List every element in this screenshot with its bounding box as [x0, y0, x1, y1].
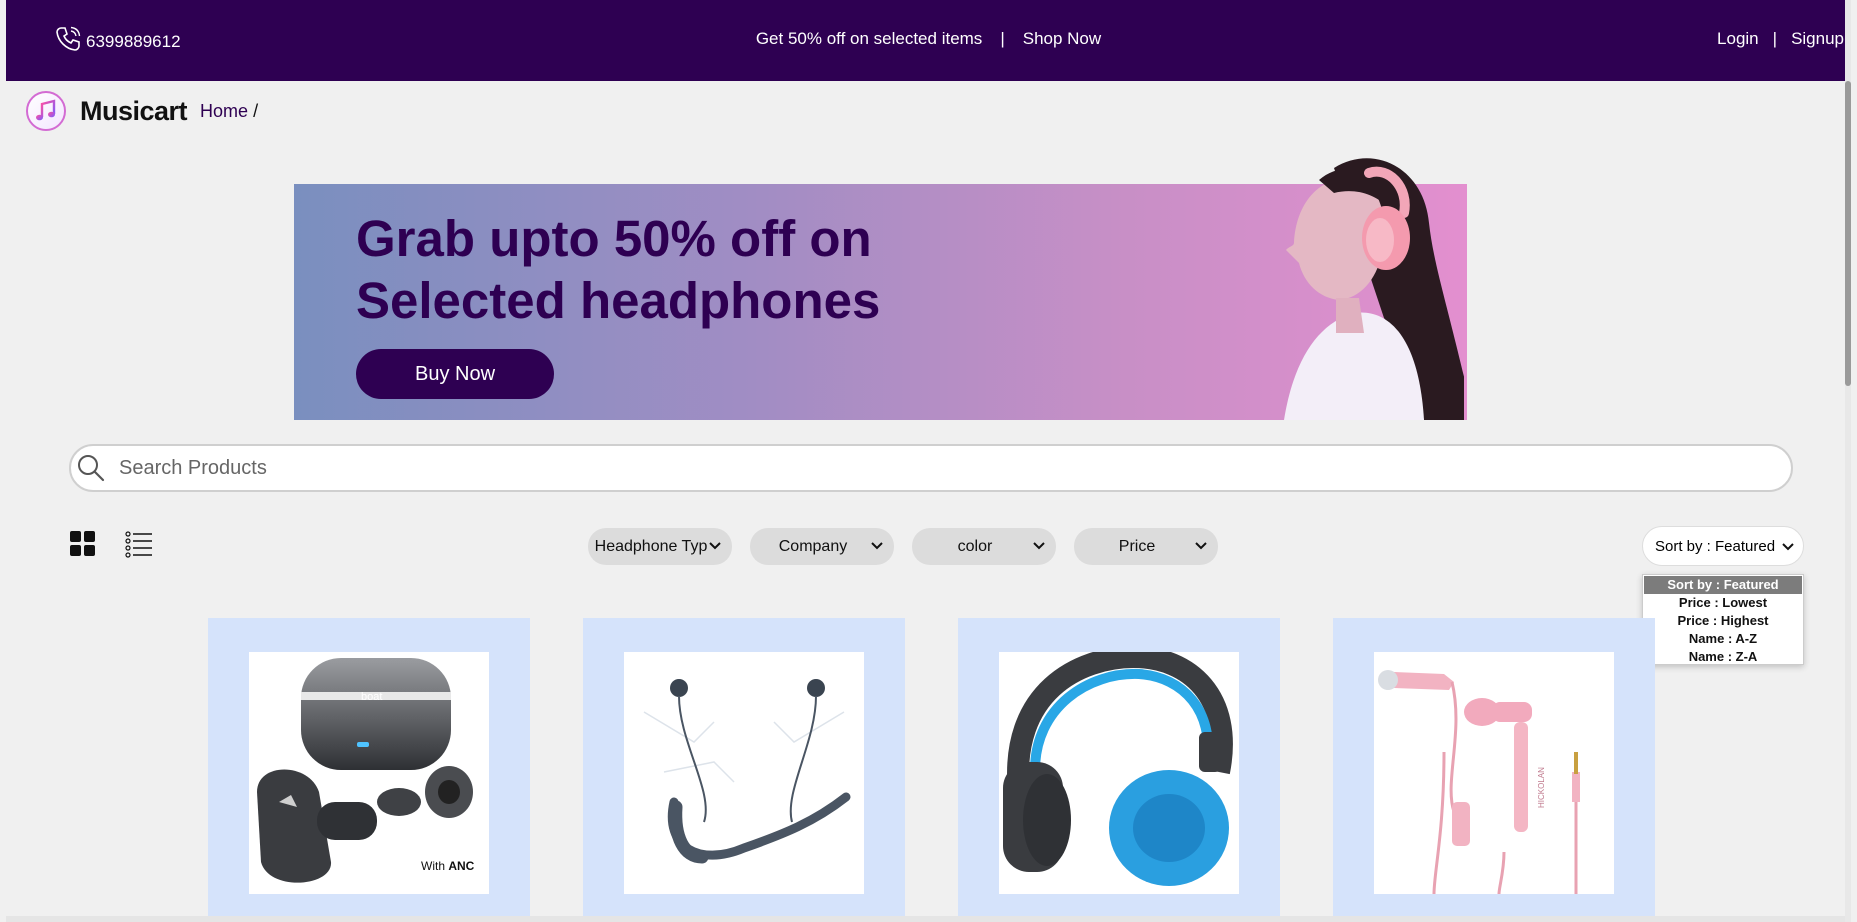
- sort-option-price-highest[interactable]: Price : Highest: [1643, 612, 1803, 630]
- breadcrumb: Home /: [200, 101, 258, 122]
- hickolan-logo-text: HICKOLAN: [1537, 767, 1546, 808]
- chevron-down-icon: [870, 539, 884, 558]
- chevron-down-icon: [1194, 539, 1208, 558]
- filter-company[interactable]: Company: [750, 528, 894, 565]
- filter-label: color: [957, 537, 993, 555]
- scrollbar-thumb[interactable]: [1845, 81, 1851, 386]
- top-bar: 6399889612 Get 50% off on selected items…: [6, 0, 1851, 81]
- auth-links: Login | Signup: [1710, 29, 1851, 49]
- search-icon: [73, 450, 109, 486]
- banner-model-image: [1224, 148, 1474, 420]
- filter-bar: Headphone Typ Company color Price: [588, 528, 1218, 565]
- buy-now-button[interactable]: Buy Now: [356, 349, 554, 399]
- signup-link[interactable]: Signup: [1791, 29, 1844, 48]
- promo-banner: Grab upto 50% off on Selected headphones…: [294, 158, 1474, 420]
- search-input[interactable]: Search Products: [119, 457, 267, 480]
- page-scrollbar[interactable]: [1845, 0, 1851, 922]
- product-card[interactable]: [583, 618, 905, 922]
- sort-select[interactable]: Sort by : Featured: [1642, 526, 1804, 566]
- chevron-down-icon: [1032, 539, 1046, 558]
- list-view-icon[interactable]: [125, 530, 153, 563]
- page: 6399889612 Get 50% off on selected items…: [6, 0, 1851, 922]
- blue-headphones-image[interactable]: [999, 652, 1239, 894]
- auth-separator: |: [1772, 29, 1778, 48]
- filter-color[interactable]: color: [912, 528, 1056, 565]
- breadcrumb-separator: /: [253, 100, 259, 121]
- filter-label: Headphone Typ: [594, 537, 708, 555]
- promo-text: Get 50% off on selected items: [755, 29, 983, 48]
- banner-headline-line1: Grab upto 50% off on: [356, 210, 872, 267]
- shop-now-link[interactable]: Shop Now: [1023, 29, 1101, 48]
- boat-earbuds-image[interactable]: boat With ANC: [249, 652, 489, 894]
- boat-logo-text: boat: [361, 691, 382, 703]
- filter-headphone-type[interactable]: Headphone Typ: [588, 528, 732, 565]
- product-grid: boat With ANC HICKOLAN: [208, 618, 1655, 922]
- sort-option-name-z-a[interactable]: Name : Z-A: [1643, 648, 1803, 666]
- login-link[interactable]: Login: [1717, 29, 1759, 48]
- neckband-earphones-image[interactable]: [624, 652, 864, 894]
- banner-headline: Grab upto 50% off on Selected headphones: [356, 208, 880, 332]
- breadcrumb-home[interactable]: Home: [200, 101, 248, 121]
- musicart-logo-icon: [26, 91, 66, 131]
- product-card[interactable]: HICKOLAN: [1333, 618, 1655, 922]
- bottom-divider: [6, 916, 1851, 922]
- product-card[interactable]: boat With ANC: [208, 618, 530, 922]
- filter-price[interactable]: Price: [1074, 528, 1218, 565]
- grid-view-icon[interactable]: [69, 530, 97, 563]
- banner-headline-line2: Selected headphones: [356, 272, 881, 329]
- brand-row: Musicart Home /: [26, 90, 258, 132]
- search-bar[interactable]: Search Products: [69, 444, 1793, 492]
- view-toggle: [69, 530, 153, 563]
- filter-label: Price: [1118, 537, 1156, 555]
- sort-option-price-lowest[interactable]: Price : Lowest: [1643, 594, 1803, 612]
- chevron-down-icon: [1781, 540, 1795, 558]
- sort-selected-value: Sort by : Featured: [1655, 537, 1776, 555]
- sort-dropdown-menu: Sort by : Featured Price : Lowest Price …: [1642, 574, 1804, 665]
- sort-option-name-a-z[interactable]: Name : A-Z: [1643, 630, 1803, 648]
- sort-option-featured[interactable]: Sort by : Featured: [1644, 576, 1802, 594]
- pink-earphones-image[interactable]: HICKOLAN: [1374, 652, 1614, 894]
- promo-strip: Get 50% off on selected items | Shop Now: [6, 29, 1851, 49]
- product-card[interactable]: [958, 618, 1280, 922]
- chevron-down-icon: [708, 539, 722, 558]
- earbuds-caption: With ANC: [421, 859, 475, 873]
- promo-separator: |: [1000, 29, 1005, 48]
- filter-label: Company: [778, 537, 848, 555]
- brand-name[interactable]: Musicart: [80, 96, 188, 127]
